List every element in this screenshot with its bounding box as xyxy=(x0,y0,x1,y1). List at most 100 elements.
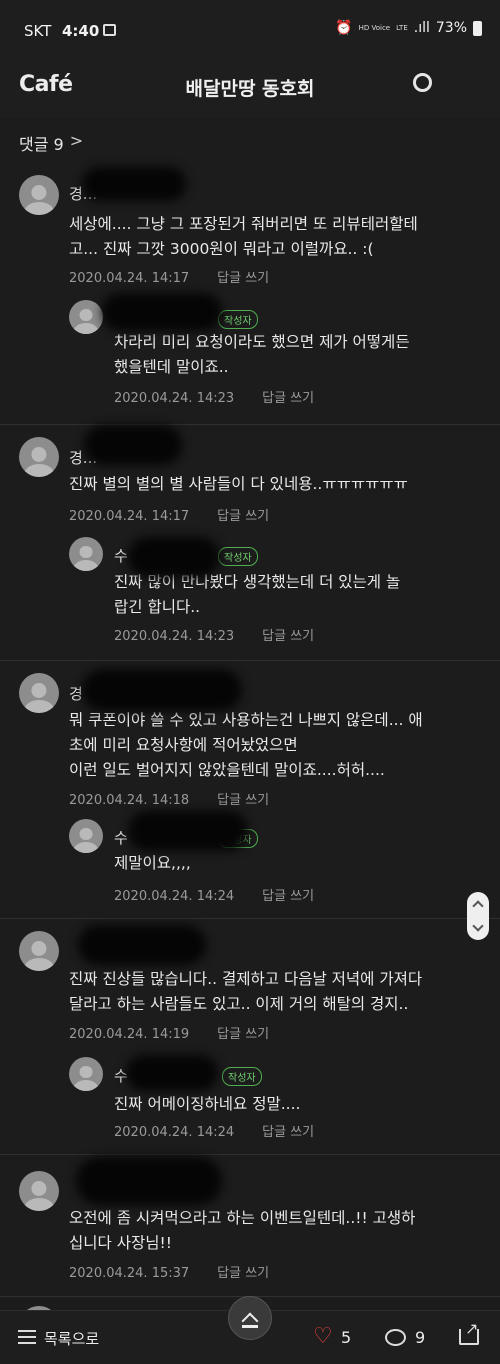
comment-text: 뭐 쿠폰이야 쓸 수 있고 사용하는건 나쁘지 않은데... 애 초에 미리 요… xyxy=(69,708,423,783)
comment-line: 진짜 별의 별의 별 사람들이 다 있네용..ㅠㅠㅠㅠㅠㅠ xyxy=(69,475,408,493)
reply-button[interactable]: 답글 쓰기 xyxy=(217,793,269,808)
battery-icon xyxy=(473,20,482,36)
comment-line: 세상에.... 그냥 그 포장된거 줘버리면 또 리뷰테러할테 xyxy=(69,215,418,233)
comment-date: 2020.04.24. 14:19 xyxy=(69,1027,190,1042)
comment-thread: 경 뭐 쿠폰이야 쓸 수 있고 사용하는건 나쁘지 않은데... 애 초에 미리… xyxy=(0,661,500,919)
comment-thread: 오전에 좀 시켜먹으라고 하는 이벤트일텐데..!! 고생하 십니다 사장님!!… xyxy=(0,1155,500,1297)
writer-badge: 작성자 xyxy=(218,310,258,329)
comment-text: 세상에.... 그냥 그 포장된거 줘버리면 또 리뷰테러할테 고... 진짜 … xyxy=(69,212,418,262)
comment-thread: 경... 진짜 별의 별의 별 사람들이 다 있네용..ㅠㅠㅠㅠㅠㅠ 2020.… xyxy=(0,425,500,661)
comment-text: 오전에 좀 시켜먹으라고 하는 이벤트일텐데..!! 고생하 십니다 사장님!! xyxy=(69,1206,415,1256)
reply-date: 2020.04.24. 14:24 xyxy=(114,1125,235,1140)
comment-line: 오전에 좀 시켜먹으라고 하는 이벤트일텐데..!! 고생하 xyxy=(69,1209,416,1227)
reply-line: 제말이요,,,, xyxy=(114,854,191,872)
writer-badge: 작성자 xyxy=(218,547,258,566)
reply-meta: 2020.04.24. 14:24 답글 쓰기 xyxy=(114,885,314,904)
comment-text: 진짜 별의 별의 별 사람들이 다 있네용..ㅠㅠㅠㅠㅠㅠ xyxy=(69,472,408,497)
share-icon[interactable] xyxy=(459,1319,479,1345)
reply-button[interactable]: 답글 쓰기 xyxy=(262,391,314,406)
reply-date: 2020.04.24. 14:23 xyxy=(114,391,235,406)
refresh-icon[interactable] xyxy=(413,73,432,92)
comment-count-label: 댓글 9 xyxy=(19,135,64,154)
comment-line: 초에 미리 요청사항에 적어놨었으면 xyxy=(69,736,298,754)
reply-button[interactable]: 답글 쓰기 xyxy=(262,889,314,904)
reply-text: 진짜 어메이징하네요 정말.... xyxy=(114,1092,300,1117)
redaction-mark xyxy=(128,811,248,851)
reply-button[interactable]: 답글 쓰기 xyxy=(262,1125,314,1140)
avatar[interactable] xyxy=(19,931,59,971)
reply-line: 랍긴 합니다.. xyxy=(114,598,201,616)
avatar[interactable] xyxy=(19,437,59,477)
status-icons: ⏰ HD Voice LTE .ıll 73% xyxy=(335,20,482,36)
avatar[interactable] xyxy=(69,1057,103,1091)
reply-meta: 2020.04.24. 14:23 답글 쓰기 xyxy=(114,387,314,406)
scroll-handle-icon[interactable] xyxy=(467,892,489,940)
reply-button[interactable]: 답글 쓰기 xyxy=(217,1027,269,1042)
reply-button[interactable]: 답글 쓰기 xyxy=(217,509,269,524)
redaction-mark xyxy=(128,537,220,577)
back-to-list-button[interactable]: 목록으로 xyxy=(44,1328,99,1349)
reply-date: 2020.04.24. 14:23 xyxy=(114,629,235,644)
avatar[interactable] xyxy=(69,819,103,853)
lte-indicator: LTE xyxy=(396,24,408,32)
redaction-mark xyxy=(126,1055,218,1091)
app-header: Café 배달만땅 동호회 xyxy=(0,62,500,118)
comment-line: 고... 진짜 그깟 3000원이 뭐라고 이럴까요.. :( xyxy=(69,240,374,258)
comment-text: 진짜 진상들 많습니다.. 결제하고 다음날 저녁에 가져다 달라고 하는 사람… xyxy=(69,967,422,1017)
status-bar: SKT 4:40 ⏰ HD Voice LTE .ıll 73% xyxy=(0,0,500,62)
clock: 4:40 xyxy=(62,22,100,40)
reply-line: 진짜 어메이징하네요 정말.... xyxy=(114,1095,301,1113)
carrier-label: SKT xyxy=(24,22,52,40)
comment-meta: 2020.04.24. 14:18 답글 쓰기 xyxy=(69,789,269,808)
comment-icon[interactable] xyxy=(385,1326,406,1346)
comment-date: 2020.04.24. 14:18 xyxy=(69,793,190,808)
comment-meta: 2020.04.24. 14:17 답글 쓰기 xyxy=(69,267,269,286)
reply-text: 제말이요,,,, xyxy=(114,851,191,876)
comment-line: 십니다 사장님!! xyxy=(69,1234,172,1252)
avatar[interactable] xyxy=(19,673,59,713)
redaction-mark xyxy=(78,925,206,965)
reply-text: 진짜 많이 만나봤다 생각했는데 더 있는게 놀 랍긴 합니다.. xyxy=(114,570,400,620)
avatar[interactable] xyxy=(19,175,59,215)
reply-meta: 2020.04.24. 14:24 답글 쓰기 xyxy=(114,1121,314,1140)
avatar[interactable] xyxy=(69,300,103,334)
heart-icon[interactable]: ♡ xyxy=(313,1325,333,1349)
comment-line: 뭐 쿠폰이야 쓸 수 있고 사용하는건 나쁘지 않은데... 애 xyxy=(69,711,423,729)
comment-meta: 2020.04.24. 14:17 답글 쓰기 xyxy=(69,505,269,524)
avatar[interactable] xyxy=(69,537,103,571)
reply-button[interactable]: 답글 쓰기 xyxy=(217,1266,269,1281)
reply-line: 했을텐데 말이죠.. xyxy=(114,358,229,376)
voice-indicator: HD Voice xyxy=(358,24,391,32)
comment-author[interactable]: 경 xyxy=(69,683,83,704)
reply-author[interactable]: 수 xyxy=(114,827,128,848)
comment-count[interactable]: 9 xyxy=(415,1328,425,1347)
alarm-icon: ⏰ xyxy=(335,20,353,36)
comment-count-link[interactable]: 댓글 9 > xyxy=(19,131,83,155)
reply-button[interactable]: 답글 쓰기 xyxy=(262,629,314,644)
comment-thread: 진짜 진상들 많습니다.. 결제하고 다음날 저녁에 가져다 달라고 하는 사람… xyxy=(0,919,500,1155)
reply-line: 차라리 미리 요청이라도 했으면 제가 어떻게든 xyxy=(114,333,410,351)
avatar[interactable] xyxy=(19,1171,59,1211)
comment-thread: 경... 세상에.... 그냥 그 포장된거 줘버리면 또 리뷰테러할테 고..… xyxy=(0,163,500,425)
comment-line: 달라고 하는 사람들도 있고.. 이제 거의 해탈의 경지.. xyxy=(69,995,409,1013)
redaction-mark xyxy=(76,1157,222,1205)
reply-text: 차라리 미리 요청이라도 했으면 제가 어떻게든 했을텐데 말이죠.. xyxy=(114,330,410,380)
scroll-top-icon[interactable] xyxy=(228,1296,272,1340)
chevron-right-icon: > xyxy=(69,131,84,150)
comment-date: 2020.04.24. 14:17 xyxy=(69,271,190,286)
reply-meta: 2020.04.24. 14:23 답글 쓰기 xyxy=(114,625,314,644)
comment-meta: 2020.04.24. 15:37 답글 쓰기 xyxy=(69,1262,269,1281)
gallery-icon xyxy=(103,24,116,36)
list-icon[interactable] xyxy=(18,1330,36,1344)
comment-date: 2020.04.24. 14:17 xyxy=(69,509,190,524)
like-count[interactable]: 5 xyxy=(341,1328,351,1347)
comment-line: 진짜 진상들 많습니다.. 결제하고 다음날 저녁에 가져다 xyxy=(69,970,423,988)
redaction-mark xyxy=(102,293,222,331)
signal-icon: .ıll xyxy=(413,20,430,36)
reply-button[interactable]: 답글 쓰기 xyxy=(217,271,269,286)
reply-author[interactable]: 수 xyxy=(114,545,128,566)
reply-date: 2020.04.24. 14:24 xyxy=(114,889,235,904)
redaction-mark xyxy=(82,167,186,201)
battery-label: 73% xyxy=(435,20,467,36)
writer-badge: 작성자 xyxy=(222,1067,262,1086)
